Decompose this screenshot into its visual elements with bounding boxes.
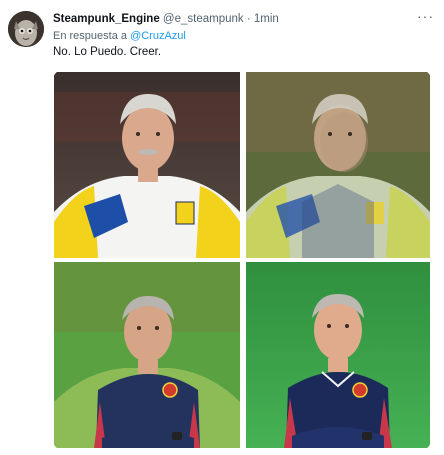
photo-1-image bbox=[54, 72, 240, 258]
avatar[interactable] bbox=[8, 11, 44, 47]
media-grid bbox=[53, 70, 431, 450]
photo-3-image bbox=[54, 262, 240, 448]
more-options-icon[interactable]: ··· bbox=[417, 8, 434, 24]
handle[interactable]: @e_steampunk bbox=[163, 13, 244, 25]
tweet-text: No. Lo Puedo. Creer. bbox=[53, 46, 162, 58]
photo-4-image bbox=[246, 262, 430, 448]
separator: · bbox=[246, 13, 251, 25]
reply-context: En respuesta a @CruzAzul bbox=[53, 30, 186, 42]
reply-prefix: En respuesta a bbox=[53, 30, 127, 42]
photo-4[interactable] bbox=[246, 262, 430, 448]
photo-2-image bbox=[246, 72, 430, 258]
tweet-header: Steampunk_Engine @e_steampunk · 1min bbox=[53, 13, 279, 25]
reply-mention-link[interactable]: @CruzAzul bbox=[130, 30, 186, 42]
photo-1[interactable] bbox=[54, 72, 240, 258]
photo-3[interactable] bbox=[54, 262, 240, 448]
avatar-image bbox=[8, 11, 44, 47]
tweet-card[interactable]: Steampunk_Engine @e_steampunk · 1min ···… bbox=[0, 0, 444, 455]
photo-2[interactable] bbox=[246, 72, 430, 258]
timestamp[interactable]: 1min bbox=[254, 13, 279, 25]
display-name[interactable]: Steampunk_Engine bbox=[53, 13, 160, 25]
